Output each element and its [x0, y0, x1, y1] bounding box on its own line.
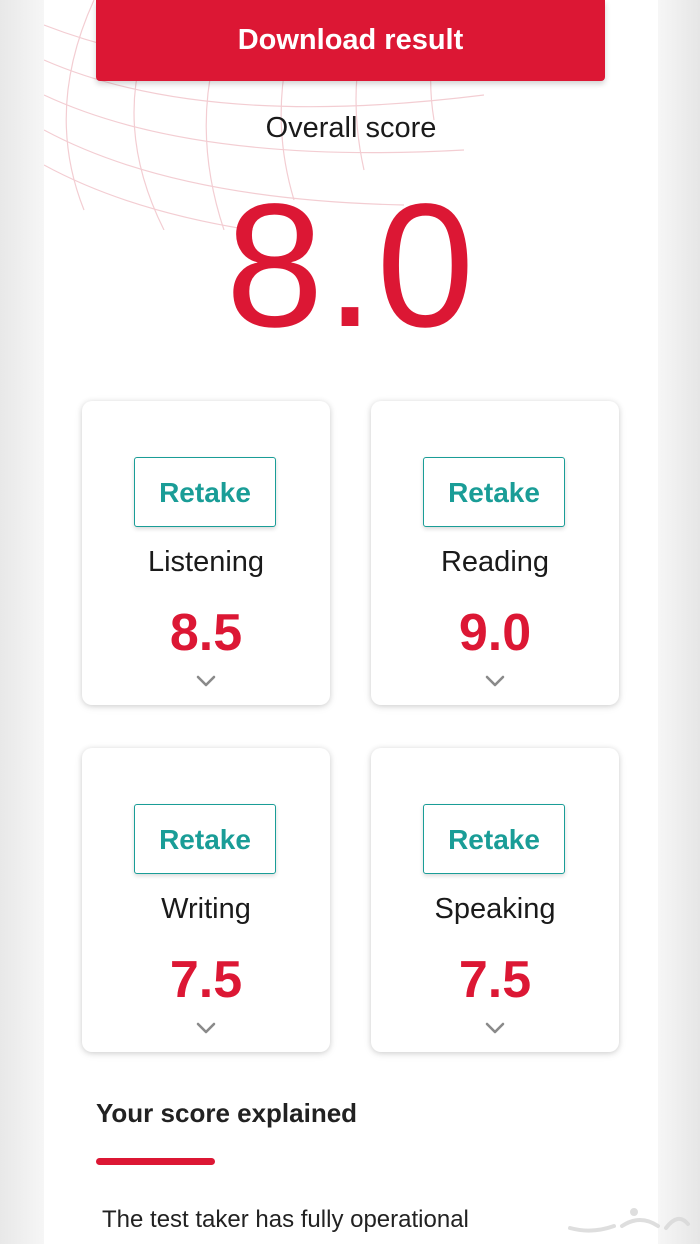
score-explained-title: Your score explained: [96, 1098, 358, 1128]
overall-score-label: Overall score: [265, 112, 437, 144]
retake-writing-button[interactable]: Retake: [134, 804, 276, 874]
skill-name-speaking: Speaking: [434, 893, 556, 925]
chevron-down-icon[interactable]: [196, 1021, 216, 1035]
retake-reading-button[interactable]: Retake: [423, 457, 565, 527]
results-sheet: Download result Overall score 8.0 Retake…: [44, 0, 658, 1244]
skill-name-writing: Writing: [161, 893, 251, 925]
writing-score-card: Retake Writing 7.5: [82, 748, 330, 1052]
skill-score-speaking: 7.5: [458, 951, 532, 1009]
title-underline-bar: [96, 1158, 215, 1165]
results-page: Download result Overall score 8.0 Retake…: [0, 0, 700, 1244]
chevron-down-icon[interactable]: [196, 674, 216, 688]
watermark-logo: [568, 1208, 690, 1233]
download-result-button[interactable]: Download result: [96, 0, 605, 81]
retake-speaking-button[interactable]: Retake: [423, 804, 565, 874]
chevron-down-icon[interactable]: [485, 1021, 505, 1035]
skill-score-listening: 8.5: [169, 604, 243, 662]
skill-score-reading: 9.0: [458, 604, 532, 662]
skill-score-writing: 7.5: [169, 951, 243, 1009]
reading-score-card: Retake Reading 9.0: [371, 401, 619, 705]
left-margin: [0, 0, 44, 1244]
right-margin: [658, 0, 700, 1244]
retake-listening-button[interactable]: Retake: [134, 457, 276, 527]
score-explained-text: The test taker has fully operational: [102, 1206, 469, 1233]
speaking-score-card: Retake Speaking 7.5: [371, 748, 619, 1052]
skill-name-reading: Reading: [440, 546, 550, 578]
overall-score-value: 8.0: [225, 168, 477, 364]
chevron-down-icon[interactable]: [485, 674, 505, 688]
listening-score-card: Retake Listening 8.5: [82, 401, 330, 705]
skill-name-listening: Listening: [147, 546, 265, 578]
